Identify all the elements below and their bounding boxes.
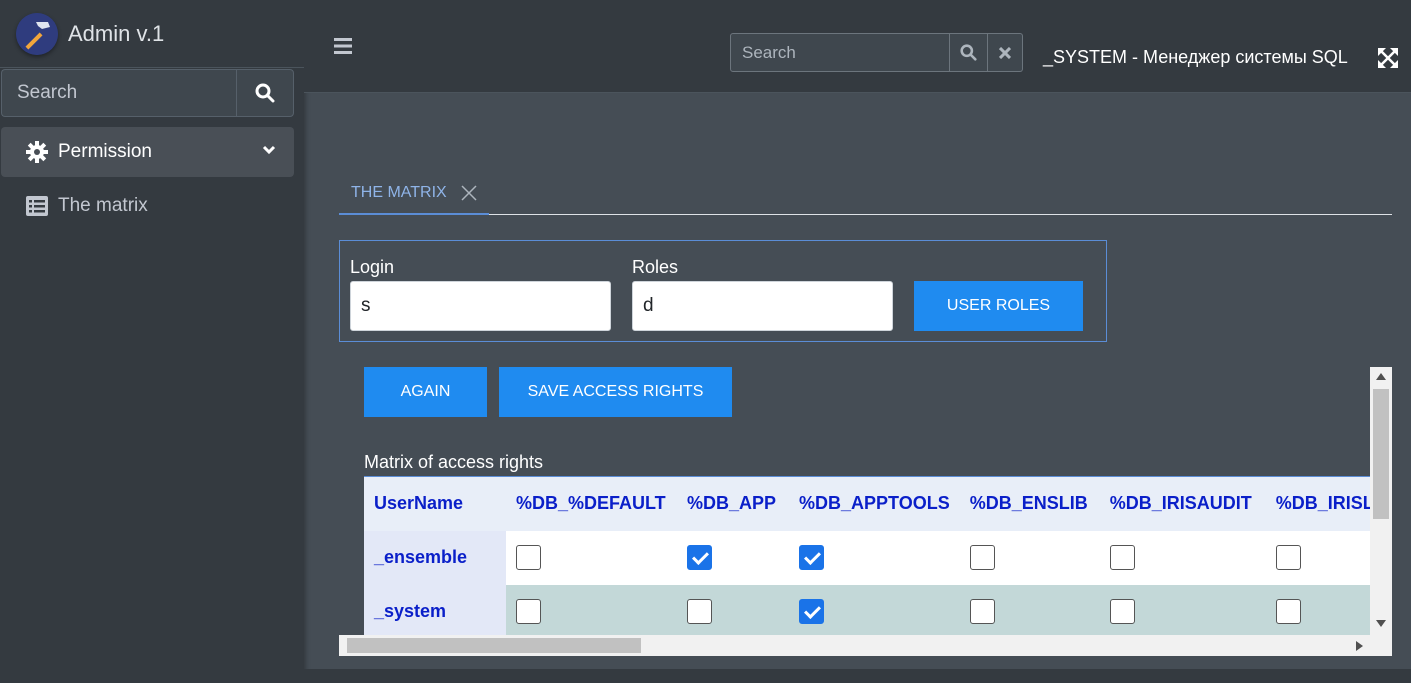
- table-row: _system: [364, 584, 1386, 639]
- access-checkbox[interactable]: [516, 599, 541, 624]
- scroll-up-arrow-icon[interactable]: [1376, 373, 1386, 380]
- navbar-search-clear-button[interactable]: [988, 33, 1023, 72]
- expand-icon: [1378, 48, 1398, 68]
- access-checkbox[interactable]: [969, 545, 995, 570]
- brand[interactable]: Admin v.1: [0, 0, 304, 68]
- scroll-down-arrow-icon[interactable]: [1376, 620, 1386, 627]
- access-checkbox[interactable]: [969, 599, 995, 624]
- matrix-panel: AGAIN SAVE ACCESS RIGHTS Matrix of acces…: [339, 367, 1392, 656]
- hammer-logo-icon: [16, 12, 58, 55]
- navbar-search: Search: [730, 33, 1023, 72]
- column-header: %DB_IRISAUDIT: [1099, 476, 1266, 531]
- sidebar-item-label: Permission: [58, 141, 152, 162]
- access-checkbox[interactable]: [1275, 599, 1301, 624]
- column-header: UserName: [364, 476, 506, 531]
- chevron-down-icon: [262, 145, 276, 155]
- save-access-rights-button[interactable]: SAVE ACCESS RIGHTS: [499, 367, 732, 417]
- page-title: _SYSTEM - Менеджер системы SQL: [1043, 47, 1348, 67]
- tab-bar: THE MATRIX: [339, 172, 1392, 215]
- table-row: _ensemble: [364, 530, 1386, 585]
- horizontal-scrollbar[interactable]: [339, 635, 1392, 656]
- column-header: %DB_%DEFAULT: [506, 476, 677, 531]
- matrix-caption: Matrix of access rights: [364, 452, 544, 472]
- hamburger-icon: [334, 38, 352, 54]
- scroll-right-arrow-icon[interactable]: [1356, 641, 1363, 651]
- vertical-scroll-thumb[interactable]: [1373, 389, 1389, 519]
- access-checkbox[interactable]: [799, 545, 824, 570]
- access-checkbox[interactable]: [1109, 599, 1135, 624]
- tab-label: THE MATRIX: [351, 183, 447, 201]
- column-header: %DB_APP: [677, 476, 789, 531]
- sidebar-search-button[interactable]: [236, 69, 294, 117]
- table-header-row: UserName %DB_%DEFAULT %DB_APP %DB_APPTOO…: [364, 476, 1386, 531]
- search-icon: [255, 83, 275, 103]
- fullscreen-button[interactable]: [1378, 48, 1398, 73]
- search-icon: [960, 44, 977, 61]
- list-icon: [26, 196, 48, 216]
- tab-the-matrix[interactable]: THE MATRIX: [339, 172, 489, 215]
- roles-input[interactable]: d: [632, 281, 893, 331]
- menu-toggle-button[interactable]: [334, 38, 352, 59]
- close-icon: [999, 46, 1011, 59]
- username-cell: _ensemble: [364, 530, 506, 585]
- access-checkbox[interactable]: [1275, 545, 1301, 570]
- navbar-search-button[interactable]: [950, 33, 988, 72]
- vertical-scrollbar[interactable]: [1370, 367, 1392, 635]
- top-navbar: Search _SYSTEM - Менеджер системы SQL: [304, 0, 1411, 93]
- horizontal-scroll-thumb[interactable]: [347, 638, 641, 653]
- access-checkbox[interactable]: [1109, 545, 1135, 570]
- access-checkbox[interactable]: [799, 599, 824, 624]
- brand-title: Admin v.1: [68, 20, 165, 46]
- access-checkbox[interactable]: [687, 599, 712, 624]
- access-matrix-table: UserName %DB_%DEFAULT %DB_APP %DB_APPTOO…: [364, 476, 1386, 639]
- column-header: %DB_APPTOOLS: [789, 476, 960, 531]
- user-roles-button[interactable]: USER ROLES: [914, 281, 1083, 331]
- footer-bar: [304, 669, 1411, 683]
- again-button[interactable]: AGAIN: [364, 367, 487, 417]
- username-cell: _system: [364, 584, 506, 639]
- sidebar-search: Search: [1, 69, 294, 117]
- access-checkbox[interactable]: [687, 545, 712, 570]
- login-input[interactable]: s: [350, 281, 611, 331]
- sidebar: Admin v.1 Search Permission The matrix: [0, 0, 304, 683]
- roles-label: Roles: [632, 257, 679, 277]
- sidebar-search-input[interactable]: Search: [1, 69, 236, 117]
- navbar-search-input[interactable]: Search: [730, 33, 950, 72]
- sidebar-item-permission[interactable]: Permission: [1, 127, 294, 177]
- column-header: %DB_IRISL: [1265, 476, 1386, 531]
- login-label: Login: [350, 257, 395, 277]
- sidebar-item-the-matrix[interactable]: The matrix: [1, 181, 294, 231]
- sidebar-item-label: The matrix: [58, 195, 148, 216]
- access-checkbox[interactable]: [516, 545, 541, 570]
- user-form: Login s Roles d USER ROLES: [339, 240, 1107, 342]
- column-header: %DB_ENSLIB: [959, 476, 1100, 531]
- gear-icon: [26, 141, 48, 163]
- close-icon[interactable]: [461, 184, 477, 201]
